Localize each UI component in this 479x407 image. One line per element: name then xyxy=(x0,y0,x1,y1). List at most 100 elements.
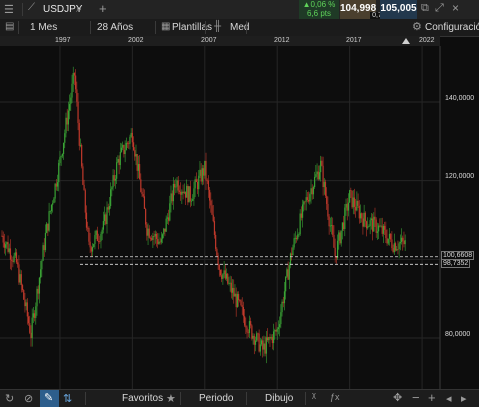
candle-body xyxy=(199,169,201,176)
star-icon[interactable]: ★ xyxy=(166,392,176,405)
candle-body xyxy=(55,183,57,187)
candle-body xyxy=(351,190,353,208)
candle-body xyxy=(158,241,160,244)
candle-body xyxy=(14,252,16,256)
candle-body xyxy=(364,212,366,222)
candle-body xyxy=(274,330,276,332)
candle-body xyxy=(254,340,257,345)
scroll-left-icon[interactable]: ◂ xyxy=(446,392,452,405)
range-selector[interactable]: 28 Años xyxy=(97,22,133,33)
divider xyxy=(22,3,23,16)
candle-body xyxy=(136,154,138,171)
candle-body xyxy=(61,153,63,157)
chart-canvas[interactable] xyxy=(0,46,479,389)
candle-body xyxy=(44,232,47,251)
candle-body xyxy=(204,160,206,176)
candle-body xyxy=(374,216,376,220)
candle-body xyxy=(171,193,173,202)
scroll-right-icon[interactable]: ▸ xyxy=(461,392,467,405)
candle-body xyxy=(230,282,232,293)
candle-body xyxy=(94,235,96,244)
candle-body xyxy=(381,225,383,234)
divider xyxy=(205,21,206,34)
candle-body xyxy=(58,162,60,183)
period-button[interactable]: Periodo xyxy=(199,393,233,404)
divider xyxy=(305,392,306,405)
candle-body xyxy=(40,269,42,278)
candle-body xyxy=(21,285,24,291)
candle-body xyxy=(251,325,253,339)
candle-body xyxy=(231,287,234,293)
candle-body xyxy=(46,223,48,233)
candle-body xyxy=(275,330,277,332)
candle-body xyxy=(8,248,10,252)
indicator-icon[interactable]: ᵡ xyxy=(312,391,316,403)
candle-type-icon[interactable]: ╫ xyxy=(214,21,221,32)
candle-body xyxy=(190,200,193,202)
candle-body xyxy=(183,191,185,194)
candle-body xyxy=(113,175,115,181)
candle-body xyxy=(60,156,62,158)
close-icon[interactable]: × xyxy=(452,1,459,15)
search-icon[interactable]: ⌕ xyxy=(76,3,82,16)
fullscreen-icon[interactable]: ⤢ xyxy=(435,2,444,15)
drawing-button[interactable]: Dibujo xyxy=(265,393,293,404)
candle-body xyxy=(187,185,189,203)
x-tick-label: 2017 xyxy=(346,37,362,44)
candle-body xyxy=(216,248,218,256)
candle-body xyxy=(262,340,264,350)
candle-body xyxy=(235,293,237,308)
candle-body xyxy=(300,213,302,218)
candle-body xyxy=(326,195,328,204)
refresh-icon[interactable]: ↻ xyxy=(5,392,14,405)
settings-button[interactable]: Configuración xyxy=(425,22,479,33)
favorites-button[interactable]: Favoritos xyxy=(122,393,163,404)
price-chart[interactable]: 140,0000 120,0000 80,0000 100,6608 98,73… xyxy=(0,46,479,389)
candle-body xyxy=(328,216,330,227)
candle-body xyxy=(280,312,282,325)
formula-icon[interactable]: ƒx xyxy=(330,392,340,402)
zoom-out-button[interactable]: − xyxy=(412,390,420,405)
candle-body xyxy=(229,282,231,284)
candle-body xyxy=(163,228,165,235)
new-window-icon[interactable]: ⧉ xyxy=(421,2,429,15)
candle-body xyxy=(178,190,181,192)
candle-body xyxy=(270,337,272,339)
candle-body xyxy=(246,327,248,333)
candle-body xyxy=(18,264,20,283)
layout-icon[interactable]: ▤ xyxy=(5,21,14,32)
templates-button[interactable]: Plantillas xyxy=(172,22,212,33)
candle-body xyxy=(346,203,348,211)
add-instrument-button[interactable]: + xyxy=(99,1,107,16)
buy-price-button[interactable]: 105,005 xyxy=(380,0,417,19)
arrows-icon[interactable]: ⇅ xyxy=(63,392,72,405)
candle-body xyxy=(160,238,162,243)
candle-body xyxy=(291,253,293,256)
candle-body xyxy=(159,241,161,243)
candle-body xyxy=(327,203,329,217)
candle-body xyxy=(194,179,196,189)
pencil-button[interactable]: ✎ xyxy=(40,390,59,407)
zoom-in-button[interactable]: + xyxy=(428,390,436,405)
candle-body xyxy=(175,186,177,188)
candle-body xyxy=(209,189,211,201)
candle-body xyxy=(340,230,342,244)
candle-body xyxy=(239,300,241,301)
scroll-end-marker-icon[interactable] xyxy=(402,38,410,44)
candle-body xyxy=(266,337,269,341)
candle-body xyxy=(201,168,203,182)
interval-selector[interactable]: 1 Mes xyxy=(30,22,57,33)
candle-body xyxy=(177,180,179,191)
candle-body xyxy=(332,225,334,235)
gear-icon[interactable]: ⚙ xyxy=(412,20,422,33)
candle-body xyxy=(124,149,126,155)
menu-icon[interactable]: ☰ xyxy=(4,3,14,16)
candle-body xyxy=(281,301,283,313)
crosshair-icon[interactable]: ✥ xyxy=(393,391,402,404)
candle-body xyxy=(87,227,89,229)
candle-body xyxy=(73,73,76,76)
candle-body xyxy=(357,200,359,206)
candle-body xyxy=(25,302,27,307)
no-entry-icon[interactable]: ⊘ xyxy=(24,392,33,405)
candle-body xyxy=(382,225,385,234)
